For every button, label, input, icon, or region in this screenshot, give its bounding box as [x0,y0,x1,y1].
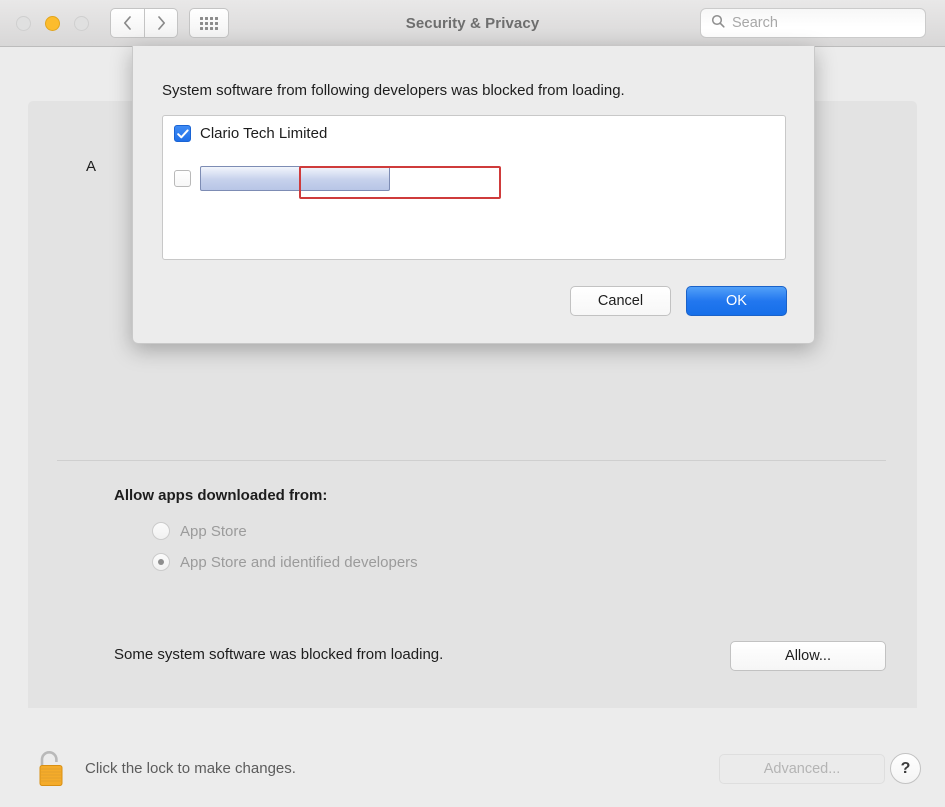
window-titlebar: Security & Privacy [0,0,945,47]
cancel-button[interactable]: Cancel [570,286,671,316]
help-button[interactable]: ? [890,753,921,784]
search-input[interactable] [732,15,912,31]
advanced-button[interactable]: Advanced... [719,754,885,784]
allow-apps-label: Allow apps downloaded from: [114,487,328,504]
radio-option-app-store-and-identified-developers[interactable]: App Store and identified developers [152,553,418,571]
search-icon [711,14,725,33]
allow-button[interactable]: Allow... [730,641,886,671]
dialog-heading: System software from following developer… [162,82,625,99]
ok-button[interactable]: OK [686,286,787,316]
section-divider [57,460,886,461]
security-privacy-window: Security & Privacy A Allow apps download… [0,0,945,807]
radio-option-app-store[interactable]: App Store [152,522,247,540]
radio-indicator[interactable] [152,522,170,540]
radio-label: App Store and identified developers [180,553,418,571]
radio-indicator[interactable] [152,553,170,571]
open-padlock-icon[interactable] [33,748,69,790]
developer-name: Clario Tech Limited [200,125,328,142]
lock-hint-text: Click the lock to make changes. [85,760,296,777]
blocked-developers-dialog: System software from following developer… [132,46,815,344]
checkbox-unchecked-icon[interactable] [174,170,191,187]
blocked-software-notice: Some system software was blocked from lo… [114,646,444,663]
search-field[interactable] [700,8,926,38]
list-item[interactable] [174,166,390,191]
redacted-developer-name [200,166,390,191]
obscured-pane-text: A [86,158,97,175]
checkbox-checked-icon[interactable] [174,125,191,142]
developer-list[interactable]: Clario Tech Limited [162,115,786,260]
radio-label: App Store [180,522,247,540]
list-item[interactable]: Clario Tech Limited [174,125,327,142]
